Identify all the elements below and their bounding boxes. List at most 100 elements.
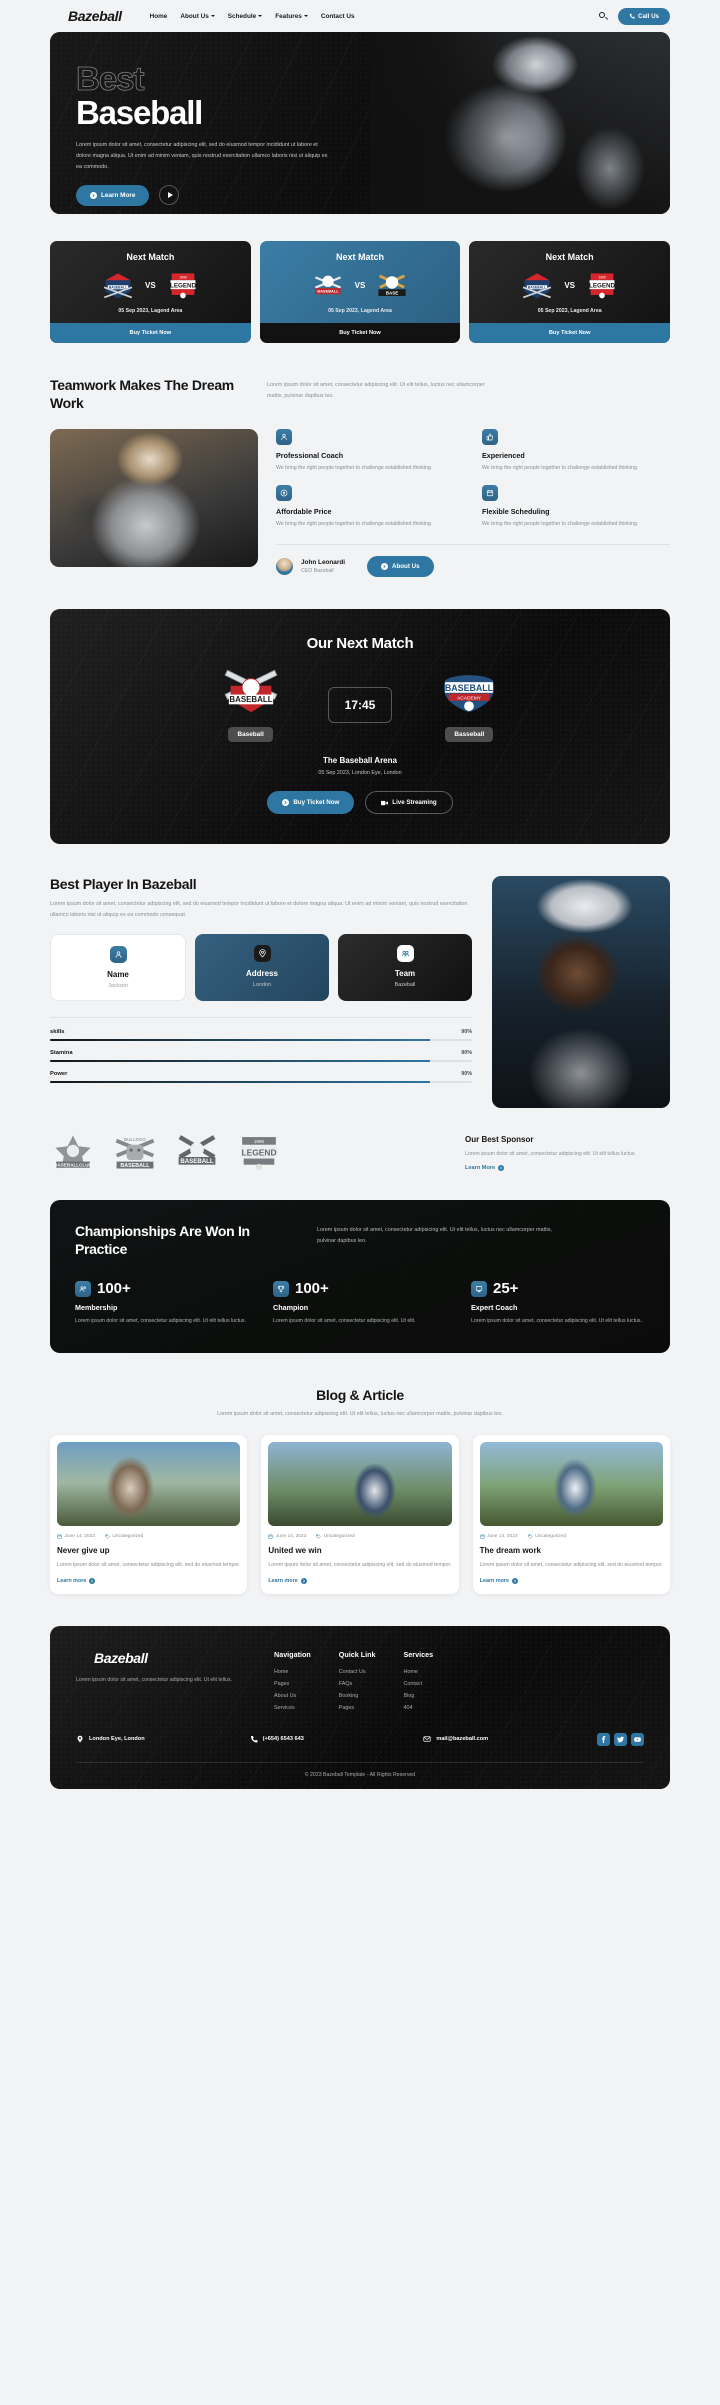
live-streaming-button[interactable]: Live Streaming (365, 791, 453, 815)
twitter-icon[interactable] (614, 1732, 628, 1746)
svg-text:BASEBALL: BASEBALL (229, 695, 272, 704)
feature-desc: We bring the right people together to ch… (276, 464, 433, 471)
footer-column-title: Navigation (274, 1649, 311, 1659)
player-info-card-name[interactable]: Name Jackson (50, 933, 186, 1001)
nav-label: Home (149, 12, 168, 20)
search-icon[interactable] (599, 11, 609, 21)
blog-excerpt: Lorem ipsum dolor sit amet, consectetur … (268, 1562, 452, 1569)
player-card-value: Jackson (108, 982, 128, 989)
footer-link[interactable]: Blog (404, 1693, 434, 1699)
player-card-value: Bazeball (394, 981, 416, 988)
svg-text:BASEBALLCLUB: BASEBALLCLUB (54, 1163, 92, 1168)
footer-link[interactable]: Services (274, 1705, 311, 1711)
arrow-circle-icon (89, 1577, 96, 1584)
sponsor-learn-more-link[interactable]: Learn More (465, 1165, 670, 1172)
skill-bar-track (50, 1038, 472, 1041)
baseball-crossed-bats-logo: BASEBALL (174, 1134, 220, 1172)
blog-learn-more-link[interactable]: Learn more (268, 1577, 451, 1584)
footer-address-label: London Eye, London (89, 1736, 145, 1743)
buy-ticket-button[interactable]: Buy Ticket Now (50, 323, 251, 343)
mail-icon (423, 1736, 431, 1742)
match-card[interactable]: Next Match BASEBALL VS 1990 LEGEND 05 Sep… (469, 241, 671, 343)
blog-card[interactable]: June 14, 2023 Uncategorized Never give u… (50, 1435, 248, 1594)
footer-email[interactable]: mail@bazeball.com (423, 1735, 597, 1743)
facebook-icon[interactable] (597, 1732, 611, 1746)
match-card[interactable]: Next Match BASEBALL VS 1990 LEGEND 05 Sep… (50, 241, 251, 343)
nav-item-about-us[interactable]: About Us (180, 13, 215, 20)
buy-ticket-button[interactable]: Buy Ticket Now (469, 323, 671, 343)
coach-badge-icon (471, 1280, 487, 1297)
hero-title-outline: Best (76, 60, 145, 97)
coach-icon (276, 428, 292, 445)
match-time: 17:45 (327, 687, 393, 724)
player-info-card-team[interactable]: Team Bazeball (338, 933, 472, 1001)
svg-text:BULLDOG: BULLDOG (124, 1137, 146, 1142)
player-card-title: Team (394, 968, 416, 978)
match-vs-label: VS (145, 280, 156, 290)
call-us-button[interactable]: Call Us (618, 7, 670, 25)
blog-category: Uncategorized (527, 1534, 567, 1540)
match-vs-label: VS (354, 280, 366, 290)
hero-title-solid: Baseball (76, 94, 203, 131)
footer-link[interactable]: FAQs (339, 1681, 376, 1687)
match-card[interactable]: Next Match BASEBALL VS BASE 05 Sep 2023,… (259, 241, 461, 343)
chevron-down-icon (303, 15, 308, 17)
blog-card[interactable]: June 14, 2023 Uncategorized United we wi… (261, 1435, 459, 1594)
svg-text:BASEBALL: BASEBALL (445, 683, 494, 693)
baseball-academy-logo: BASEBALL ACADEMY (438, 668, 500, 718)
tag-icon (316, 1534, 321, 1540)
stat-label: Champion (273, 1303, 309, 1313)
blog-category-label: Uncategorized (535, 1534, 567, 1540)
chevron-down-icon (210, 15, 215, 17)
footer-link[interactable]: Booking (339, 1693, 376, 1699)
player-info-card-address[interactable]: Address London (195, 933, 329, 1001)
teamwork-paragraph: Lorem ipsum dolor sit amet, consectetur … (267, 382, 485, 399)
brand-name: Bazeball (68, 8, 122, 24)
footer-link[interactable]: Home (404, 1669, 434, 1675)
nav-item-features[interactable]: Features (275, 13, 308, 20)
footer-link[interactable]: About Us (274, 1693, 311, 1699)
footer-link[interactable]: 404 (404, 1705, 434, 1711)
blog-learn-more-label: Learn more (479, 1577, 510, 1584)
skill-bar-fill (50, 1038, 430, 1041)
footer-link[interactable]: Pages (274, 1681, 311, 1687)
site-logo[interactable]: Bazeball (50, 8, 122, 24)
buy-ticket-label: Buy Ticket Now (293, 799, 340, 807)
arrow-circle-icon (282, 799, 290, 807)
phone-icon (629, 13, 635, 19)
blog-date-label: June 14, 2023 (64, 1534, 95, 1540)
about-us-button[interactable]: About Us (367, 556, 434, 578)
home-team: BASEBALL Baseball (220, 668, 282, 743)
calendar-icon (268, 1534, 273, 1540)
skill-row: Stamina 90% (50, 1050, 472, 1062)
blog-learn-more-link[interactable]: Learn more (57, 1577, 240, 1584)
buy-ticket-button[interactable]: Buy Ticket Now (259, 323, 461, 343)
away-team: BASEBALL ACADEMY Basseball (438, 668, 500, 743)
footer-link[interactable]: Contact (404, 1681, 434, 1687)
nav-item-schedule[interactable]: Schedule (228, 13, 263, 20)
footer-link[interactable]: Pages (339, 1705, 376, 1711)
stat-champion: 100+ Champion Lorem ipsum dolor sit amet… (273, 1280, 447, 1326)
blog-card[interactable]: June 14, 2023 Uncategorized The dream wo… (472, 1435, 670, 1594)
sponsor-title: Our Best Sponsor (465, 1135, 534, 1145)
play-icon[interactable] (159, 185, 180, 206)
footer-address[interactable]: London Eye, London (76, 1735, 250, 1743)
nav-item-contact-us[interactable]: Contact Us (321, 13, 355, 20)
footer-link[interactable]: Contact Us (339, 1669, 376, 1675)
svg-text:BASEBALL: BASEBALL (120, 1163, 150, 1169)
blog-image (57, 1442, 241, 1527)
footer-logo[interactable]: Bazeball (76, 1650, 246, 1666)
footer-phone[interactable]: (+654) 6543 643 (250, 1735, 424, 1743)
footer-link[interactable]: Home (274, 1669, 311, 1675)
blog-learn-more-link[interactable]: Learn more (479, 1577, 663, 1584)
buy-ticket-now-button[interactable]: Buy Ticket Now (267, 791, 355, 815)
player-card-value: London (253, 981, 271, 988)
youtube-icon[interactable] (631, 1732, 645, 1746)
skill-name: Stamina (50, 1049, 73, 1056)
nav-item-home[interactable]: Home (150, 13, 168, 20)
hero-learn-more-button[interactable]: Learn More (76, 184, 150, 206)
skill-bar-fill (50, 1059, 430, 1062)
feature-flexible-scheduling: Flexible Scheduling We bring the right p… (482, 484, 670, 529)
calendar-icon (480, 1534, 485, 1540)
blog-excerpt: Lorem ipsum dolor sit amet, consectetur … (57, 1562, 241, 1569)
